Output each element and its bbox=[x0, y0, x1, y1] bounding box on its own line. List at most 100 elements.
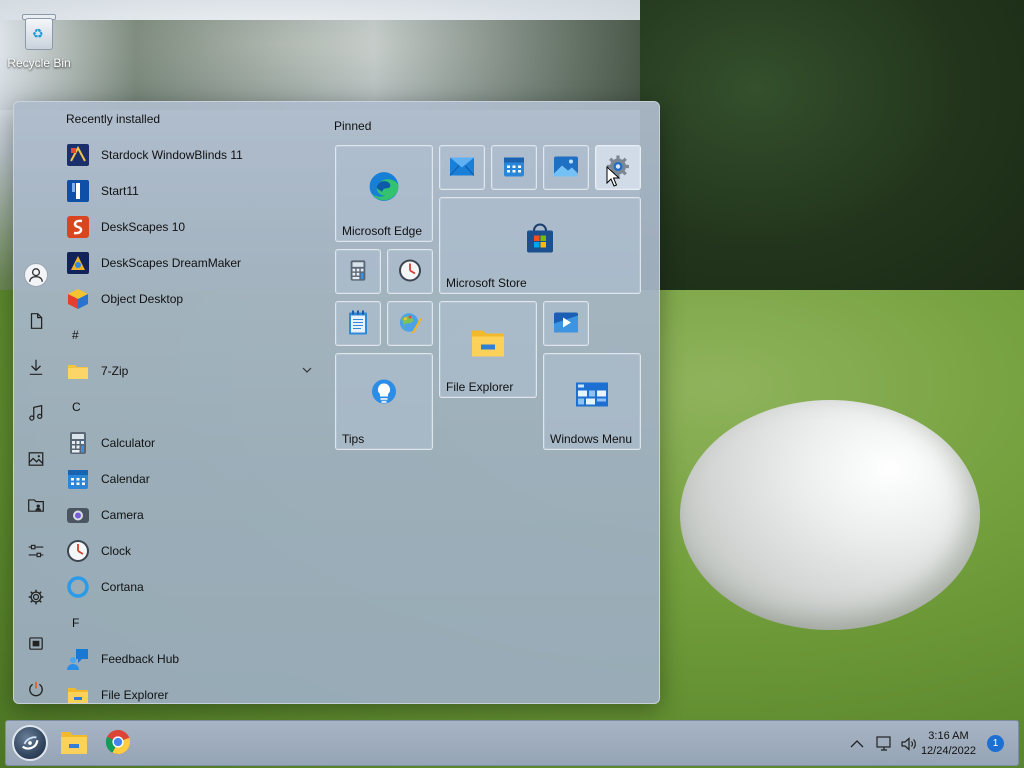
rail-user-account[interactable] bbox=[14, 252, 58, 298]
taskbar: 3:16 AM 12/24/2022 1 bbox=[5, 720, 1019, 766]
taskbar-file-explorer[interactable] bbox=[60, 729, 88, 757]
edge-icon bbox=[366, 168, 402, 207]
tile-microsoft-store[interactable]: Microsoft Store bbox=[439, 197, 641, 294]
cortana-icon bbox=[66, 575, 90, 599]
notepad-icon bbox=[347, 309, 369, 338]
tile-photos[interactable] bbox=[543, 145, 589, 190]
pinned-header: Pinned bbox=[334, 119, 372, 133]
feedback-hub-icon bbox=[66, 647, 90, 671]
mail-icon bbox=[449, 156, 475, 179]
tips-icon bbox=[369, 377, 399, 414]
power-icon bbox=[29, 681, 43, 697]
tile-clock[interactable] bbox=[387, 249, 433, 294]
tile-windows-menu[interactable]: Windows Menu bbox=[543, 353, 641, 450]
object-desktop-icon bbox=[66, 287, 90, 311]
store-icon bbox=[524, 222, 556, 257]
rail-documents[interactable] bbox=[14, 298, 58, 344]
file-explorer-icon bbox=[471, 327, 505, 360]
chrome-icon bbox=[105, 729, 131, 755]
start11-icon bbox=[66, 179, 90, 203]
download-icon bbox=[29, 359, 43, 375]
network-icon[interactable] bbox=[875, 735, 893, 753]
tile-microsoft-edge[interactable]: Microsoft Edge bbox=[335, 145, 433, 242]
file-explorer-icon bbox=[66, 683, 90, 703]
list-item-calculator[interactable]: Calculator bbox=[62, 425, 312, 461]
clock-time: 3:16 AM bbox=[928, 730, 969, 742]
start-button[interactable] bbox=[12, 725, 48, 761]
store-icon bbox=[29, 637, 43, 650]
list-item-deskscapes[interactable]: DeskScapes 10 bbox=[62, 209, 312, 245]
music-icon bbox=[29, 404, 43, 421]
list-item-file-explorer[interactable]: File Explorer bbox=[62, 677, 312, 703]
rail-settings[interactable] bbox=[14, 574, 58, 620]
desktop-icon-label: Recycle Bin bbox=[7, 56, 71, 70]
windowblinds-icon bbox=[66, 143, 90, 167]
deskscapes-icon bbox=[66, 215, 90, 239]
clock-icon bbox=[66, 539, 90, 563]
mouse-cursor-icon bbox=[606, 165, 622, 188]
recycle-bin-icon: ♻ bbox=[21, 12, 57, 52]
media-player-icon bbox=[553, 311, 579, 336]
recently-installed-header: Recently installed bbox=[66, 112, 161, 126]
taskbar-clock[interactable]: 3:16 AM 12/24/2022 bbox=[921, 729, 976, 759]
list-item-clock[interactable]: Clock bbox=[62, 533, 312, 569]
list-item-calendar[interactable]: Calendar bbox=[62, 461, 312, 497]
file-explorer-icon bbox=[61, 732, 87, 754]
calculator-icon bbox=[347, 259, 369, 284]
calculator-icon bbox=[66, 431, 90, 455]
rail-music[interactable] bbox=[14, 390, 58, 436]
list-item-feedback-hub[interactable]: Feedback Hub bbox=[62, 641, 312, 677]
user-folder-icon bbox=[28, 499, 44, 512]
rail-store[interactable] bbox=[14, 620, 58, 666]
list-item-cortana[interactable]: Cortana bbox=[62, 569, 312, 605]
list-item-windowblinds[interactable]: Stardock WindowBlinds 11 bbox=[62, 137, 312, 173]
tile-mail[interactable] bbox=[439, 145, 485, 190]
notification-badge[interactable]: 1 bbox=[987, 735, 1004, 752]
chevron-down-icon[interactable] bbox=[302, 365, 312, 376]
tile-file-explorer[interactable]: File Explorer bbox=[439, 301, 537, 398]
volume-icon[interactable] bbox=[900, 735, 918, 753]
rail-pictures[interactable] bbox=[14, 436, 58, 482]
section-letter-f[interactable]: F bbox=[62, 605, 312, 641]
chevron-up-icon[interactable] bbox=[848, 735, 866, 753]
system-tray: 3:16 AM 12/24/2022 1 bbox=[818, 721, 1018, 767]
document-icon bbox=[30, 313, 43, 329]
wallpaper-golf-ball bbox=[680, 400, 980, 630]
person-icon bbox=[24, 263, 48, 287]
windows-menu-icon bbox=[575, 381, 609, 410]
desktop-icon-recycle-bin[interactable]: ♻ Recycle Bin bbox=[4, 8, 74, 70]
paint-icon bbox=[398, 310, 422, 337]
rail-power[interactable] bbox=[14, 666, 58, 703]
clock-date: 12/24/2022 bbox=[920, 745, 976, 757]
list-item-dreammaker[interactable]: DeskScapes DreamMaker bbox=[62, 245, 312, 281]
calendar-icon bbox=[66, 467, 90, 491]
gear-icon bbox=[28, 589, 44, 605]
list-item-7zip-folder[interactable]: 7-Zip bbox=[62, 353, 312, 389]
tile-paint[interactable] bbox=[387, 301, 433, 346]
folder-icon bbox=[66, 359, 90, 383]
tile-media-player[interactable] bbox=[543, 301, 589, 346]
section-letter-c[interactable]: C bbox=[62, 389, 312, 425]
section-letter-hash[interactable]: # bbox=[62, 317, 312, 353]
tile-calendar[interactable] bbox=[491, 145, 537, 190]
rail-control-panel[interactable] bbox=[14, 528, 58, 574]
tile-tips[interactable]: Tips bbox=[335, 353, 433, 450]
start-menu: Recently installed Stardock WindowBlinds… bbox=[13, 101, 660, 704]
start11-orb-icon bbox=[21, 736, 39, 750]
calendar-icon bbox=[502, 154, 526, 181]
taskbar-chrome[interactable] bbox=[105, 729, 133, 757]
rail-personal-folder[interactable] bbox=[14, 482, 58, 528]
dreammaker-icon bbox=[66, 251, 90, 275]
list-item-camera[interactable]: Camera bbox=[62, 497, 312, 533]
camera-icon bbox=[66, 503, 90, 527]
tile-calculator[interactable] bbox=[335, 249, 381, 294]
list-item-object-desktop[interactable]: Object Desktop bbox=[62, 281, 312, 317]
list-item-start11[interactable]: Start11 bbox=[62, 173, 312, 209]
tile-notepad[interactable] bbox=[335, 301, 381, 346]
wallpaper-tree-line bbox=[0, 20, 680, 110]
clock-icon bbox=[398, 258, 422, 285]
sliders-icon bbox=[28, 544, 44, 558]
all-apps-list[interactable]: Recently installed Stardock WindowBlinds… bbox=[62, 108, 312, 703]
start-menu-rail bbox=[14, 252, 58, 703]
rail-downloads[interactable] bbox=[14, 344, 58, 390]
